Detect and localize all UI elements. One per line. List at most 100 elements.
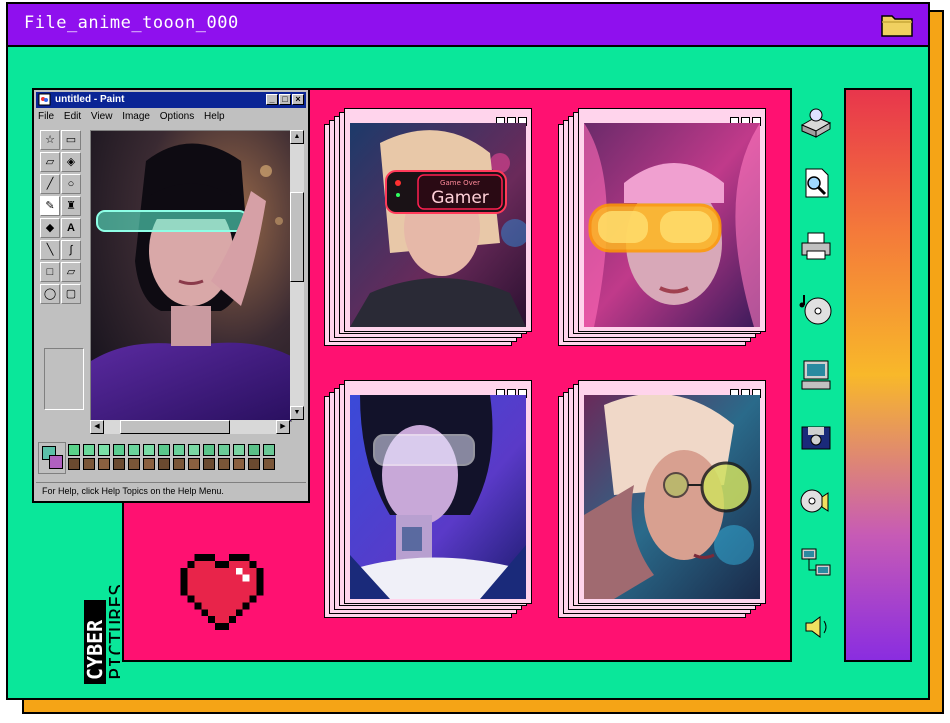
paint-title: untitled - Paint — [55, 94, 125, 105]
eraser-tool[interactable]: ▱ — [40, 152, 60, 172]
pixel-heart-icon — [180, 554, 264, 630]
menu-options[interactable]: Options — [160, 111, 194, 122]
palette-swatch[interactable] — [203, 458, 215, 470]
palette-swatch[interactable] — [68, 458, 80, 470]
disk-drive-icon[interactable] — [798, 105, 834, 141]
paint-window[interactable]: untitled - Paint _ □ × File Edit View Im… — [32, 88, 310, 503]
palette-swatch[interactable] — [128, 458, 140, 470]
horizontal-scrollbar[interactable]: ◀ ▶ — [90, 420, 290, 434]
round-glasses-photo — [584, 395, 760, 599]
palette-swatch[interactable] — [113, 458, 125, 470]
picker-tool[interactable]: ╱ — [40, 174, 60, 194]
document-search-icon[interactable] — [798, 165, 834, 201]
camera-disk-icon[interactable] — [798, 419, 834, 455]
paint-canvas[interactable] — [90, 130, 292, 422]
vertical-scroll-thumb[interactable] — [290, 192, 304, 282]
rectangle-tool[interactable]: □ — [40, 262, 60, 282]
window-controls[interactable] — [494, 111, 527, 126]
folder-icon[interactable] — [880, 10, 914, 38]
maximize-button[interactable]: □ — [279, 94, 291, 105]
horizontal-scroll-thumb[interactable] — [120, 420, 230, 434]
palette-swatch[interactable] — [68, 444, 80, 456]
magnifier-tool[interactable]: ○ — [61, 174, 81, 194]
rounded-rect-tool[interactable]: ▢ — [61, 284, 81, 304]
fill-tool[interactable]: ◈ — [61, 152, 81, 172]
palette-swatch[interactable] — [233, 458, 245, 470]
brush-tool[interactable]: ♜ — [61, 196, 81, 216]
palette-swatch[interactable] — [173, 458, 185, 470]
palette-swatch[interactable] — [263, 444, 275, 456]
palette-swatch[interactable] — [203, 444, 215, 456]
portrait-neon-visor-image — [91, 131, 291, 421]
palette-swatch[interactable] — [263, 458, 275, 470]
window-controls[interactable] — [728, 111, 761, 126]
palette-swatch[interactable] — [128, 444, 140, 456]
cd-speaker-icon[interactable] — [798, 483, 834, 519]
photo-window-1[interactable]: Game Over Gamer — [324, 108, 532, 348]
window-controls[interactable] — [728, 383, 761, 398]
title-bar: File_anime_tooon_000 — [8, 4, 928, 47]
menu-edit[interactable]: Edit — [64, 111, 81, 122]
status-bar: For Help, click Help Topics on the Help … — [36, 482, 306, 499]
palette-swatch[interactable] — [218, 444, 230, 456]
polygon-tool[interactable]: ▱ — [61, 262, 81, 282]
palette-swatch[interactable] — [158, 458, 170, 470]
scroll-down-button[interactable]: ▼ — [290, 406, 304, 420]
menu-file[interactable]: File — [38, 111, 54, 122]
network-icon[interactable] — [798, 545, 834, 581]
airbrush-tool[interactable]: ◆ — [40, 218, 60, 238]
photo-window-3[interactable] — [324, 380, 532, 620]
palette-swatch[interactable] — [98, 458, 110, 470]
text-tool[interactable]: A — [61, 218, 81, 238]
menu-image[interactable]: Image — [122, 111, 150, 122]
paint-menubar: File Edit View Image Options Help — [38, 111, 304, 125]
scroll-right-button[interactable]: ▶ — [276, 420, 290, 434]
paint-title-bar[interactable]: untitled - Paint _ □ × — [36, 92, 306, 108]
photo-window-4[interactable] — [558, 380, 766, 620]
palette-swatch[interactable] — [218, 458, 230, 470]
computer-icon[interactable] — [798, 357, 834, 393]
line-tool[interactable]: ╲ — [40, 240, 60, 260]
palette-swatch[interactable] — [143, 458, 155, 470]
palette-swatch[interactable] — [143, 444, 155, 456]
palette-swatch[interactable] — [188, 444, 200, 456]
palette-swatch[interactable] — [248, 444, 260, 456]
visor-text: Gamer — [431, 188, 489, 208]
palette-swatch[interactable] — [233, 444, 245, 456]
gamer-visor-photo: Game Over Gamer — [350, 123, 526, 327]
paint-toolbox: ☆ ▭ ▱ ◈ ╱ ○ ✎ ♜ ◆ A ╲ ∫ □ ▱ ◯ ▢ — [40, 130, 84, 410]
scroll-up-button[interactable]: ▲ — [290, 130, 304, 144]
photo-window-2[interactable] — [558, 108, 766, 348]
palette-swatch[interactable] — [188, 458, 200, 470]
gradient-side-bar — [844, 88, 912, 662]
current-color-box[interactable] — [38, 442, 66, 474]
cyber-pictures-caption: CYBER PICTURES — [83, 584, 120, 684]
palette-swatch[interactable] — [83, 458, 95, 470]
close-button[interactable]: × — [292, 94, 304, 105]
palette-swatch[interactable] — [113, 444, 125, 456]
caption-line-1: CYBER — [83, 619, 107, 680]
menu-view[interactable]: View — [91, 111, 113, 122]
free-select-tool[interactable]: ☆ — [40, 130, 60, 150]
palette-swatch[interactable] — [173, 444, 185, 456]
printer-icon[interactable] — [798, 227, 834, 263]
yellow-goggles-photo — [584, 123, 760, 327]
pencil-tool[interactable]: ✎ — [40, 196, 60, 216]
speaker-icon[interactable] — [798, 609, 834, 645]
curve-tool[interactable]: ∫ — [61, 240, 81, 260]
ellipse-tool[interactable]: ◯ — [40, 284, 60, 304]
tool-options-box[interactable] — [44, 348, 84, 410]
color-palette — [38, 442, 288, 474]
main-window: File_anime_tooon_000 untitled - Paint _ … — [6, 2, 930, 700]
rect-select-tool[interactable]: ▭ — [61, 130, 81, 150]
menu-help[interactable]: Help — [204, 111, 225, 122]
scroll-left-button[interactable]: ◀ — [90, 420, 104, 434]
palette-swatch[interactable] — [83, 444, 95, 456]
vertical-scrollbar[interactable]: ▲ ▼ — [290, 130, 304, 420]
music-cd-icon[interactable] — [798, 291, 834, 327]
minimize-button[interactable]: _ — [266, 94, 278, 105]
palette-swatch[interactable] — [98, 444, 110, 456]
window-controls[interactable] — [494, 383, 527, 398]
palette-swatch[interactable] — [158, 444, 170, 456]
palette-swatch[interactable] — [248, 458, 260, 470]
